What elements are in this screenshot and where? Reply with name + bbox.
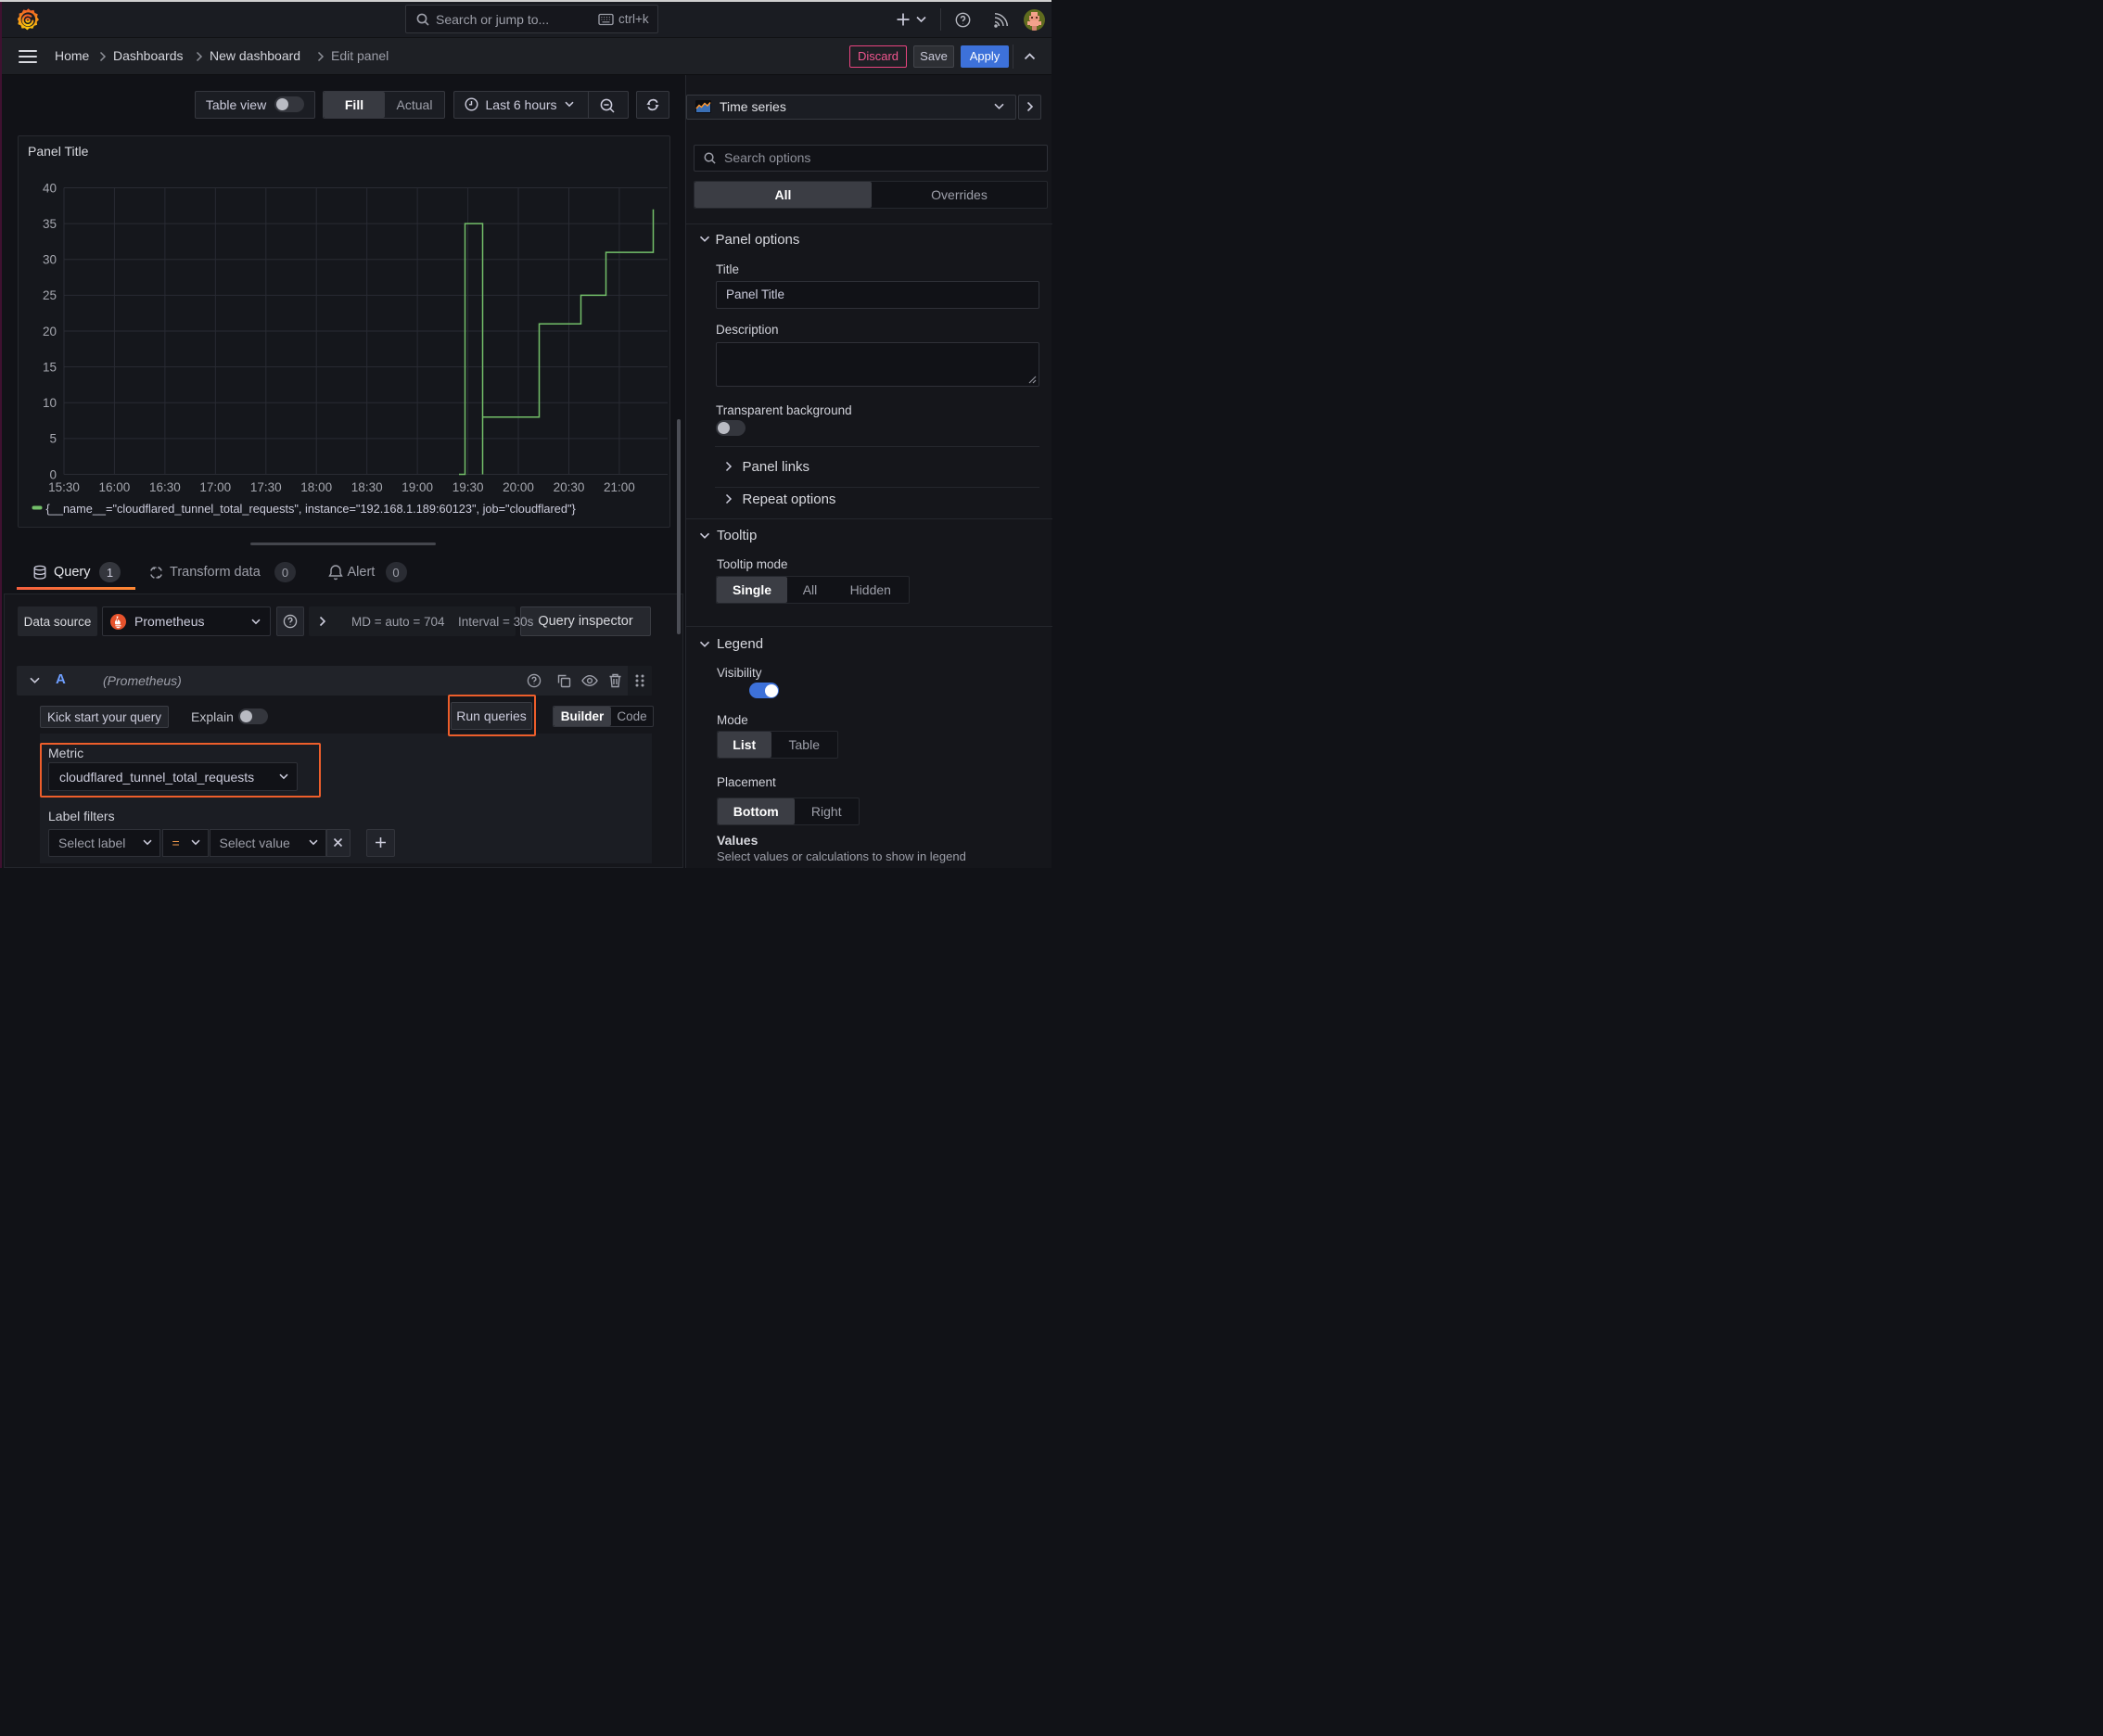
svg-text:40: 40 [42, 181, 56, 195]
svg-text:21:00: 21:00 [604, 480, 635, 494]
svg-text:10: 10 [42, 396, 56, 410]
svg-text:17:00: 17:00 [199, 480, 231, 494]
svg-text:18:30: 18:30 [350, 480, 382, 494]
svg-text:25: 25 [42, 288, 56, 302]
svg-text:30: 30 [42, 253, 56, 267]
svg-text:16:00: 16:00 [98, 480, 130, 494]
svg-text:35: 35 [42, 217, 56, 231]
svg-text:17:30: 17:30 [249, 480, 281, 494]
svg-text:20:00: 20:00 [503, 480, 534, 494]
svg-text:19:00: 19:00 [401, 480, 433, 494]
svg-text:15: 15 [42, 360, 56, 374]
svg-text:5: 5 [49, 432, 57, 446]
svg-text:{__name__="cloudflared_tunnel_: {__name__="cloudflared_tunnel_total_requ… [45, 502, 576, 516]
svg-text:15:30: 15:30 [48, 480, 80, 494]
svg-text:20: 20 [42, 325, 56, 338]
svg-text:18:00: 18:00 [300, 480, 332, 494]
svg-text:20:30: 20:30 [553, 480, 584, 494]
svg-text:16:30: 16:30 [149, 480, 181, 494]
svg-text:19:30: 19:30 [452, 480, 483, 494]
